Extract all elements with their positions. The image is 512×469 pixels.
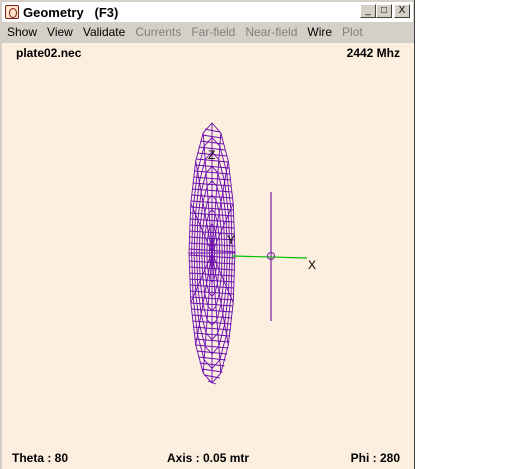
window-controls: _ □ X bbox=[360, 4, 410, 18]
close-button[interactable]: X bbox=[394, 4, 410, 18]
phi-label: Phi : 280 bbox=[350, 451, 400, 465]
maximize-button[interactable]: □ bbox=[376, 4, 392, 18]
window-title: Geometry (F3) bbox=[23, 4, 119, 20]
plate-mesh bbox=[188, 122, 236, 385]
menu-plot[interactable]: Plot bbox=[337, 25, 368, 39]
geometry-canvas[interactable]: Z Y X plate02.nec 2442 Mhz Theta : 80 Ax… bbox=[2, 43, 414, 469]
plate-mesh-line bbox=[195, 252, 213, 345]
geometry-drawing: Z Y X bbox=[188, 122, 316, 385]
frequency-label: 2442 Mhz bbox=[346, 46, 400, 60]
menu-bar: Show View Validate Currents Far-field Ne… bbox=[2, 22, 413, 42]
menu-validate[interactable]: Validate bbox=[78, 25, 130, 39]
geometry-window: Geometry (F3) _ □ X Show View Validate C… bbox=[0, 0, 415, 469]
app-icon[interactable] bbox=[5, 5, 19, 19]
menu-wire[interactable]: Wire bbox=[302, 25, 337, 39]
menu-currents[interactable]: Currents bbox=[130, 25, 186, 39]
y-axis-label: Y bbox=[227, 233, 235, 247]
filename-label: plate02.nec bbox=[16, 46, 82, 60]
title-bar[interactable]: Geometry (F3) _ □ X bbox=[2, 2, 413, 22]
minimize-button[interactable]: _ bbox=[360, 4, 376, 18]
x-axis-line bbox=[231, 255, 308, 259]
menu-show[interactable]: Show bbox=[2, 25, 42, 39]
theta-label: Theta : 80 bbox=[12, 451, 69, 465]
menu-far-field[interactable]: Far-field bbox=[186, 25, 240, 39]
menu-view[interactable]: View bbox=[42, 25, 78, 39]
axis-scale-label: Axis : 0.05 mtr bbox=[167, 451, 250, 465]
menu-near-field[interactable]: Near-field bbox=[240, 25, 302, 39]
x-axis-label: X bbox=[308, 258, 316, 272]
z-axis-label: Z bbox=[208, 148, 215, 162]
plate-mesh-line bbox=[195, 161, 213, 254]
